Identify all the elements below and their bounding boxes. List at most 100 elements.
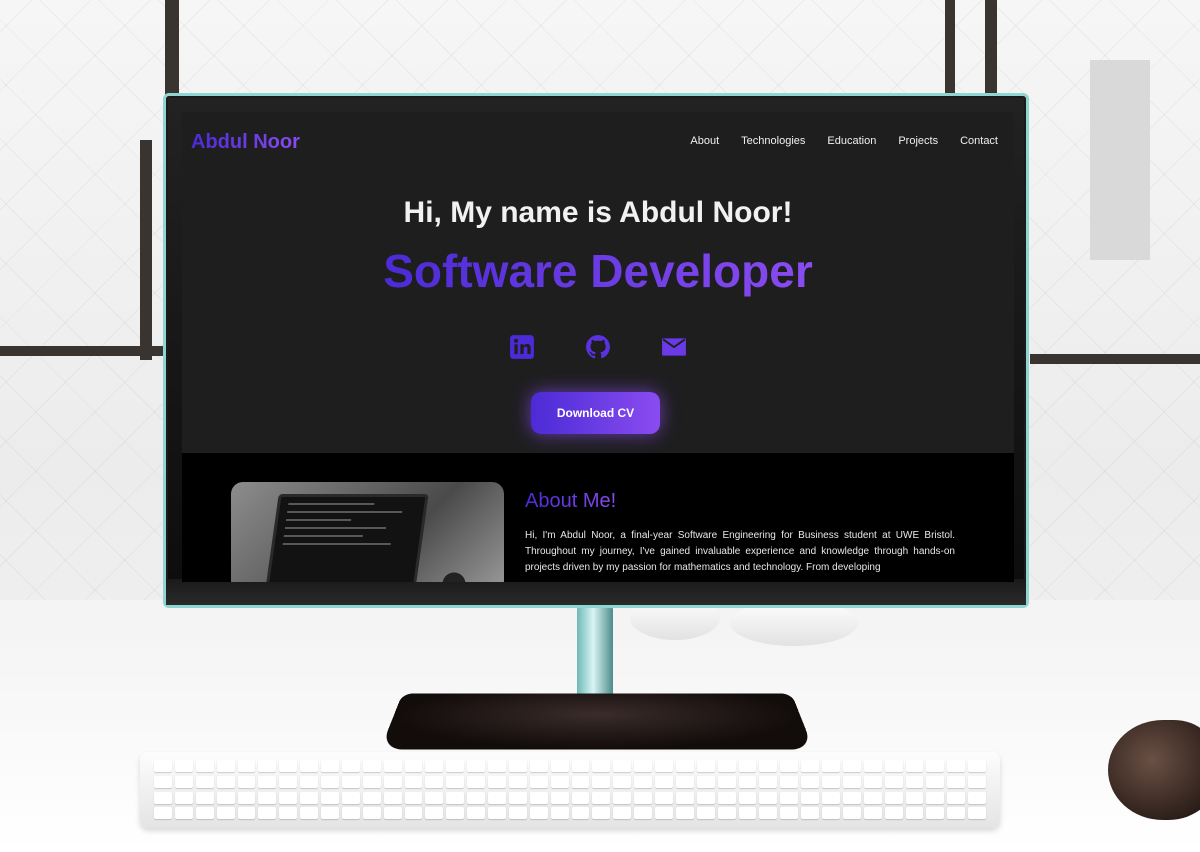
keyboard-key xyxy=(780,760,799,772)
keyboard-key xyxy=(571,807,590,820)
nav-about[interactable]: About xyxy=(690,135,719,147)
keyboard-key xyxy=(550,760,569,772)
monitor-chin xyxy=(166,579,1026,605)
keyboard-key xyxy=(362,807,381,820)
keyboard-key xyxy=(425,775,444,788)
keyboard-key xyxy=(655,807,673,820)
social-links xyxy=(182,334,1014,360)
keyboard-key xyxy=(362,775,381,788)
keyboard-key xyxy=(383,775,402,788)
keyboard-key xyxy=(550,775,569,788)
keyboard-key xyxy=(258,760,277,772)
keyboard-key xyxy=(968,807,986,820)
keyboard-key xyxy=(926,760,945,772)
hero-greeting: Hi, My name is Abdul Noor! xyxy=(403,196,793,229)
nav-technologies[interactable]: Technologies xyxy=(741,135,805,147)
keyboard-key xyxy=(717,807,736,820)
keyboard-key xyxy=(592,760,611,772)
keyboard-key xyxy=(425,760,444,772)
keyboard-key xyxy=(383,760,402,772)
keyboard-key xyxy=(738,807,757,820)
keyboard-key xyxy=(341,775,360,788)
keyboard-key xyxy=(905,775,924,788)
github-icon[interactable] xyxy=(585,334,611,360)
keyboard-key xyxy=(613,807,632,820)
keyboard-key xyxy=(195,791,214,804)
keyboard-key xyxy=(968,760,986,772)
keyboard-key xyxy=(258,807,277,820)
keyboard-key xyxy=(926,775,945,788)
keyboard-key xyxy=(780,807,799,820)
keyboard-key xyxy=(863,807,882,820)
keyboard-key xyxy=(404,791,423,804)
keyboard-key xyxy=(383,807,402,820)
keyboard-key xyxy=(237,775,256,788)
keyboard-key xyxy=(759,760,778,772)
keyboard-key xyxy=(467,791,485,804)
window-frame-right2 xyxy=(985,0,997,95)
keyboard-key xyxy=(822,760,840,772)
keyboard-key xyxy=(842,775,861,788)
keyboard-key xyxy=(696,775,715,788)
keyboard-key xyxy=(425,807,444,820)
keyboard-key xyxy=(655,791,673,804)
keyboard-key xyxy=(216,775,235,788)
keyboard-key xyxy=(488,775,506,788)
keyboard-key xyxy=(696,791,715,804)
keyboard-key xyxy=(216,807,235,820)
keyboard-key xyxy=(863,791,882,804)
keyboard-key xyxy=(383,791,402,804)
keyboard-key xyxy=(174,791,193,804)
keyboard-key xyxy=(675,807,694,820)
keyboard-key xyxy=(321,760,339,772)
keyboard-key xyxy=(154,807,172,820)
nav-projects[interactable]: Projects xyxy=(898,135,938,147)
linkedin-icon[interactable] xyxy=(509,334,535,360)
keyboard-key xyxy=(968,791,986,804)
keyboard-key xyxy=(634,775,652,788)
keyboard-key xyxy=(258,775,277,788)
keyboard-key xyxy=(571,791,590,804)
window-frame-left-lower xyxy=(140,140,152,360)
nav-contact[interactable]: Contact xyxy=(960,135,998,147)
keyboard-key xyxy=(154,775,172,788)
laptop-illustration xyxy=(263,494,429,582)
keyboard-key xyxy=(947,791,966,804)
keyboard-key xyxy=(237,807,256,820)
keyboard-key xyxy=(717,775,736,788)
keyboard-key xyxy=(195,807,214,820)
keyboard-key xyxy=(279,775,298,788)
website-screen: Abdul Noor About Technologies Education … xyxy=(182,112,1014,582)
keyboard-key xyxy=(488,791,506,804)
navbar: Abdul Noor About Technologies Education … xyxy=(182,112,1014,174)
about-title: About Me! xyxy=(525,490,617,512)
keyboard-key xyxy=(801,760,819,772)
window-frame-sill-left xyxy=(0,346,165,356)
keyboard-key xyxy=(738,775,757,788)
keyboard-key xyxy=(362,791,381,804)
keyboard-key xyxy=(613,760,632,772)
keyboard-key xyxy=(508,807,527,820)
hero-role: Software Developer xyxy=(182,244,1014,298)
monitor-base xyxy=(380,693,814,750)
keyboard-key xyxy=(905,791,924,804)
keyboard-key xyxy=(884,791,903,804)
keyboard-key xyxy=(696,807,715,820)
keyboard-key xyxy=(279,760,298,772)
keyboard-key xyxy=(529,791,548,804)
keyboard-key xyxy=(717,760,736,772)
nav-education[interactable]: Education xyxy=(827,135,876,147)
keyboard-key xyxy=(759,791,778,804)
keyboard-key xyxy=(174,775,193,788)
email-icon[interactable] xyxy=(661,334,687,360)
keyboard-key xyxy=(195,760,214,772)
keyboard-key xyxy=(446,775,465,788)
download-cv-button[interactable]: Download CV xyxy=(531,392,660,434)
brand-logo[interactable]: Abdul Noor xyxy=(191,131,300,154)
about-text: Hi, I'm Abdul Noor, a final-year Softwar… xyxy=(525,530,955,573)
keyboard-key xyxy=(404,775,423,788)
plant-illustration xyxy=(434,552,474,582)
keyboard xyxy=(140,752,1000,828)
keyboard-key xyxy=(321,791,339,804)
keyboard-key xyxy=(884,775,903,788)
